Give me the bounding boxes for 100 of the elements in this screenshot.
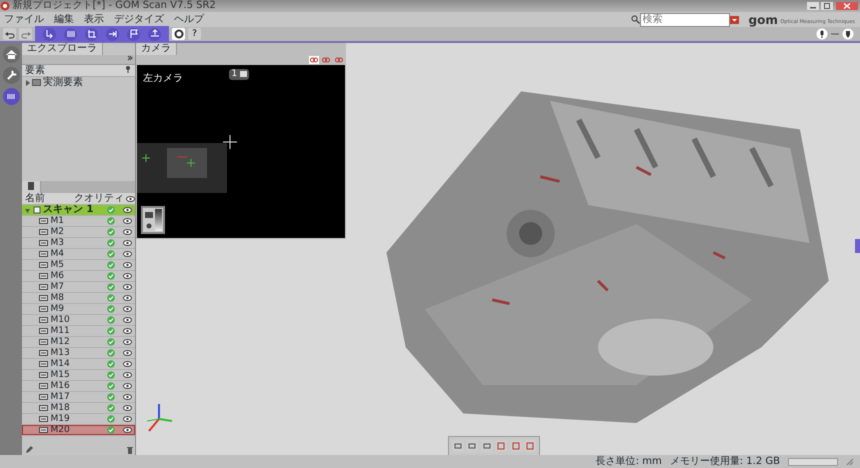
search-icon xyxy=(630,15,640,24)
eye-icon[interactable] xyxy=(123,416,132,422)
table-row[interactable]: M12 xyxy=(22,337,135,348)
eye-icon[interactable] xyxy=(123,405,132,411)
menu-item[interactable]: 表示 xyxy=(84,14,104,24)
table-row[interactable]: M3 xyxy=(22,238,135,249)
row-name: M19 xyxy=(50,414,70,424)
scan-list-tab[interactable] xyxy=(22,181,41,193)
scan-bars-button[interactable] xyxy=(2,88,20,105)
collapse-icon[interactable] xyxy=(126,55,132,61)
probe-icon[interactable] xyxy=(842,28,854,40)
table-row[interactable]: M13 xyxy=(22,348,135,359)
table-row[interactable]: M9 xyxy=(22,304,135,315)
measurement-icon xyxy=(39,273,48,279)
eye-icon[interactable] xyxy=(123,207,132,213)
close-icon[interactable] xyxy=(836,2,858,10)
table-row[interactable]: M1 xyxy=(22,216,135,227)
table-row[interactable]: M7 xyxy=(22,282,135,293)
eye-icon[interactable] xyxy=(123,273,132,279)
target-button[interactable] xyxy=(172,28,185,40)
tree-item[interactable]: 実測要素 xyxy=(43,77,83,88)
table-row[interactable]: M2 xyxy=(22,227,135,238)
table-row[interactable]: M4 xyxy=(22,249,135,260)
table-row[interactable]: M20 xyxy=(22,425,135,436)
camera-view-icon[interactable] xyxy=(308,56,318,64)
eye-icon[interactable] xyxy=(123,229,132,235)
search-field[interactable]: 検索 xyxy=(640,12,730,26)
measurement-icon xyxy=(39,372,48,378)
microphone-icon[interactable] xyxy=(816,28,828,40)
home-button[interactable] xyxy=(2,46,20,63)
gradient-scale-icon[interactable] xyxy=(155,208,162,230)
expand-arrow-icon[interactable] xyxy=(25,208,30,212)
eye-icon[interactable] xyxy=(123,218,132,224)
eye-icon[interactable] xyxy=(123,427,132,433)
eye-icon[interactable] xyxy=(123,361,132,367)
import-button[interactable] xyxy=(106,28,119,40)
brightness-icon[interactable] xyxy=(144,221,154,231)
import-icon xyxy=(106,28,118,40)
table-row[interactable]: M17 xyxy=(22,392,135,403)
select-box-button[interactable] xyxy=(495,440,507,452)
explorer-tab[interactable]: エクスプローラ xyxy=(22,43,103,55)
eye-icon[interactable] xyxy=(123,240,132,246)
wrench-button[interactable] xyxy=(2,67,20,84)
table-row[interactable]: M15 xyxy=(22,370,135,381)
measurement-icon xyxy=(39,251,48,257)
eye-icon[interactable] xyxy=(123,284,132,290)
flag-button[interactable] xyxy=(127,28,140,40)
table-row[interactable]: M5 xyxy=(22,260,135,271)
eye-icon[interactable] xyxy=(123,383,132,389)
eye-icon[interactable] xyxy=(123,339,132,345)
eye-icon[interactable] xyxy=(123,328,132,334)
eye-icon[interactable] xyxy=(123,251,132,257)
arrow-button[interactable] xyxy=(43,28,56,40)
crop-button[interactable] xyxy=(85,28,98,40)
table-row[interactable]: M10 xyxy=(22,315,135,326)
minimize-icon[interactable] xyxy=(806,2,818,10)
menu-item[interactable]: デジタイズ xyxy=(114,14,164,24)
copy-button[interactable] xyxy=(510,440,522,452)
eye-icon[interactable] xyxy=(123,306,132,312)
eye-icon[interactable] xyxy=(123,262,132,268)
eye-icon[interactable] xyxy=(123,394,132,400)
flag-icon xyxy=(128,28,140,40)
frame-button[interactable] xyxy=(480,440,492,452)
menu-item[interactable]: ヘルプ xyxy=(174,14,204,24)
measurement-icon xyxy=(39,262,48,268)
camera-view-icon[interactable] xyxy=(334,56,344,64)
copy-icon xyxy=(510,441,520,451)
menu-item[interactable]: ファイル xyxy=(4,14,44,24)
arrow-icon xyxy=(44,28,56,40)
row-name: M7 xyxy=(50,282,64,292)
row-name: M10 xyxy=(50,315,70,325)
table-row[interactable]: M18 xyxy=(22,403,135,414)
row-name: M20 xyxy=(50,425,70,435)
trash-icon[interactable] xyxy=(126,446,132,454)
camera-tab[interactable]: カメラ xyxy=(136,43,177,55)
table-row[interactable]: M16 xyxy=(22,381,135,392)
undo-button[interactable] xyxy=(3,28,16,40)
column-header: 要素 xyxy=(25,65,45,76)
menu-item[interactable]: 編集 xyxy=(54,14,74,24)
fit-button[interactable] xyxy=(524,440,536,452)
table-row[interactable]: M14 xyxy=(22,359,135,370)
eye-icon[interactable] xyxy=(123,317,132,323)
table-row[interactable]: M11 xyxy=(22,326,135,337)
table-row[interactable]: M8 xyxy=(22,293,135,304)
upload-button[interactable] xyxy=(148,28,161,40)
panel-handle-icon[interactable] xyxy=(855,239,860,253)
camera-counter[interactable]: 1 xyxy=(229,69,250,80)
eye-icon[interactable] xyxy=(123,295,132,301)
pin-icon[interactable] xyxy=(124,65,132,73)
maximize-icon[interactable] xyxy=(821,2,833,10)
table-row[interactable]: M6 xyxy=(22,271,135,282)
measurement-icon xyxy=(39,361,48,367)
expand-arrow-icon[interactable] xyxy=(25,80,30,86)
bars-button[interactable] xyxy=(64,28,77,40)
eye-icon[interactable] xyxy=(123,350,132,356)
camera-view-icon[interactable] xyxy=(321,56,331,64)
table-row[interactable]: スキャン 1 xyxy=(22,205,135,216)
folder-icon xyxy=(32,79,41,86)
help-button[interactable]: ? xyxy=(188,28,201,40)
eye-icon[interactable] xyxy=(123,372,132,378)
